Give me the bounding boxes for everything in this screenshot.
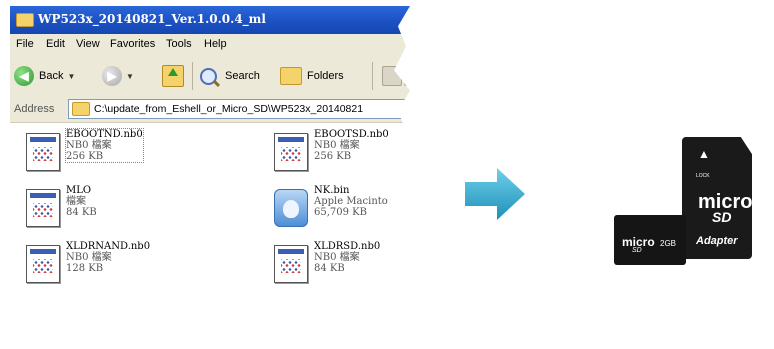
file-item[interactable]: NK.bin Apple Macinto 65,709 KB <box>274 185 410 235</box>
explorer-window-screenshot: WP523x_20140821_Ver.1.0.0.4_ml File Edit… <box>10 6 410 344</box>
adapter-sd-text: SD <box>712 209 732 225</box>
file-size: 256 KB <box>66 151 104 162</box>
search-label: Search <box>225 70 260 82</box>
search-icon <box>200 67 217 85</box>
document-icon <box>274 245 308 283</box>
sd-adapter: ▲ LOCK micro SD Adapter <box>682 137 752 259</box>
folders-label: Folders <box>307 70 344 82</box>
file-item[interactable]: XLDRNAND.nb0 NB0 檔案 128 KB <box>26 241 206 291</box>
adapter-label: Adapter <box>696 235 738 247</box>
microsd-sd-text: SD <box>632 247 642 254</box>
forward-arrow-icon: ▶ <box>102 66 122 86</box>
toolbar: ◀ Back ▼ ▶ ▼ Search Folders <box>10 56 410 97</box>
up-folder-button[interactable] <box>162 64 184 88</box>
apple-file-icon <box>274 189 308 227</box>
menu-file[interactable]: File <box>16 38 34 50</box>
insert-direction-icon: ▲ <box>698 147 710 161</box>
menu-help[interactable]: Help <box>204 38 227 50</box>
menu-edit[interactable]: Edit <box>46 38 65 50</box>
file-type: NB0 檔案 <box>314 140 360 151</box>
back-button[interactable]: ◀ Back ▼ <box>14 64 75 88</box>
adapter-lock-text: LOCK <box>696 173 710 179</box>
file-name: EBOOTSD.nb0 <box>314 129 389 140</box>
document-icon <box>26 245 60 283</box>
chevron-down-icon[interactable]: ▼ <box>126 72 134 81</box>
toolbar-separator <box>372 62 373 90</box>
menu-favorites[interactable]: Favorites <box>110 38 155 50</box>
file-name: XLDRSD.nb0 <box>314 241 381 252</box>
back-arrow-icon: ◀ <box>14 66 34 86</box>
microsd-capacity: 2GB <box>660 239 677 248</box>
file-type: Apple Macinto <box>314 196 388 207</box>
microsd-card: micro SD 2GB <box>614 215 686 265</box>
file-item[interactable]: XLDRSD.nb0 NB0 檔案 84 KB <box>274 241 410 291</box>
explorer-window: WP523x_20140821_Ver.1.0.0.4_ml File Edit… <box>0 0 420 349</box>
move-to-icon[interactable] <box>382 66 402 86</box>
folders-icon <box>280 67 302 85</box>
address-input[interactable]: C:\update_from_Eshell_or_Micro_SD\WP523x… <box>68 99 410 119</box>
back-label: Back <box>39 70 64 82</box>
file-size: 65,709 KB <box>314 207 367 218</box>
file-size: 84 KB <box>66 207 97 218</box>
menu-view[interactable]: View <box>76 38 100 50</box>
file-size: 84 KB <box>314 263 345 274</box>
file-item[interactable]: EBOOTND.nb0 NB0 檔案 256 KB <box>26 128 206 179</box>
menu-tools[interactable]: Tools <box>166 38 192 50</box>
file-size: 256 KB <box>314 151 352 162</box>
file-type: NB0 檔案 <box>66 140 112 151</box>
address-bar: Address C:\update_from_Eshell_or_Micro_S… <box>10 96 410 123</box>
address-value: C:\update_from_Eshell_or_Micro_SD\WP523x… <box>94 103 364 115</box>
file-name: EBOOTND.nb0 <box>66 129 143 140</box>
microsd-card-with-adapter: ▲ LOCK micro SD Adapter micro SD 2GB <box>610 135 770 270</box>
address-label: Address <box>14 103 55 115</box>
file-item[interactable]: MLO 檔案 84 KB <box>26 185 206 235</box>
document-icon <box>26 189 60 227</box>
title-bar[interactable]: WP523x_20140821_Ver.1.0.0.4_ml <box>10 6 410 34</box>
file-name: XLDRNAND.nb0 <box>66 241 151 252</box>
document-icon <box>26 133 60 171</box>
toolbar-separator <box>192 62 193 90</box>
file-type: NB0 檔案 <box>314 252 360 263</box>
folder-up-icon <box>162 65 184 87</box>
folder-icon <box>72 102 90 116</box>
file-list: EBOOTND.nb0 NB0 檔案 256 KB EBOOTSD.nb0 NB… <box>10 123 410 344</box>
chevron-down-icon[interactable]: ▼ <box>67 72 75 81</box>
file-name: NK.bin <box>314 185 350 196</box>
folders-button[interactable]: Folders <box>280 64 344 88</box>
folder-icon <box>16 13 34 27</box>
search-button[interactable]: Search <box>200 64 260 88</box>
menu-bar: File Edit View Favorites Tools Help <box>10 34 410 57</box>
document-icon <box>274 133 308 171</box>
forward-button[interactable]: ▶ ▼ <box>102 64 134 88</box>
file-size: 128 KB <box>66 263 104 274</box>
copy-to-icon[interactable] <box>404 66 410 86</box>
file-type: 檔案 <box>66 196 86 207</box>
window-title: WP523x_20140821_Ver.1.0.0.4_ml <box>38 12 266 26</box>
file-name: MLO <box>66 185 92 196</box>
file-type: NB0 檔案 <box>66 252 112 263</box>
file-item[interactable]: EBOOTSD.nb0 NB0 檔案 256 KB <box>274 129 410 179</box>
right-arrow-icon <box>465 168 525 220</box>
